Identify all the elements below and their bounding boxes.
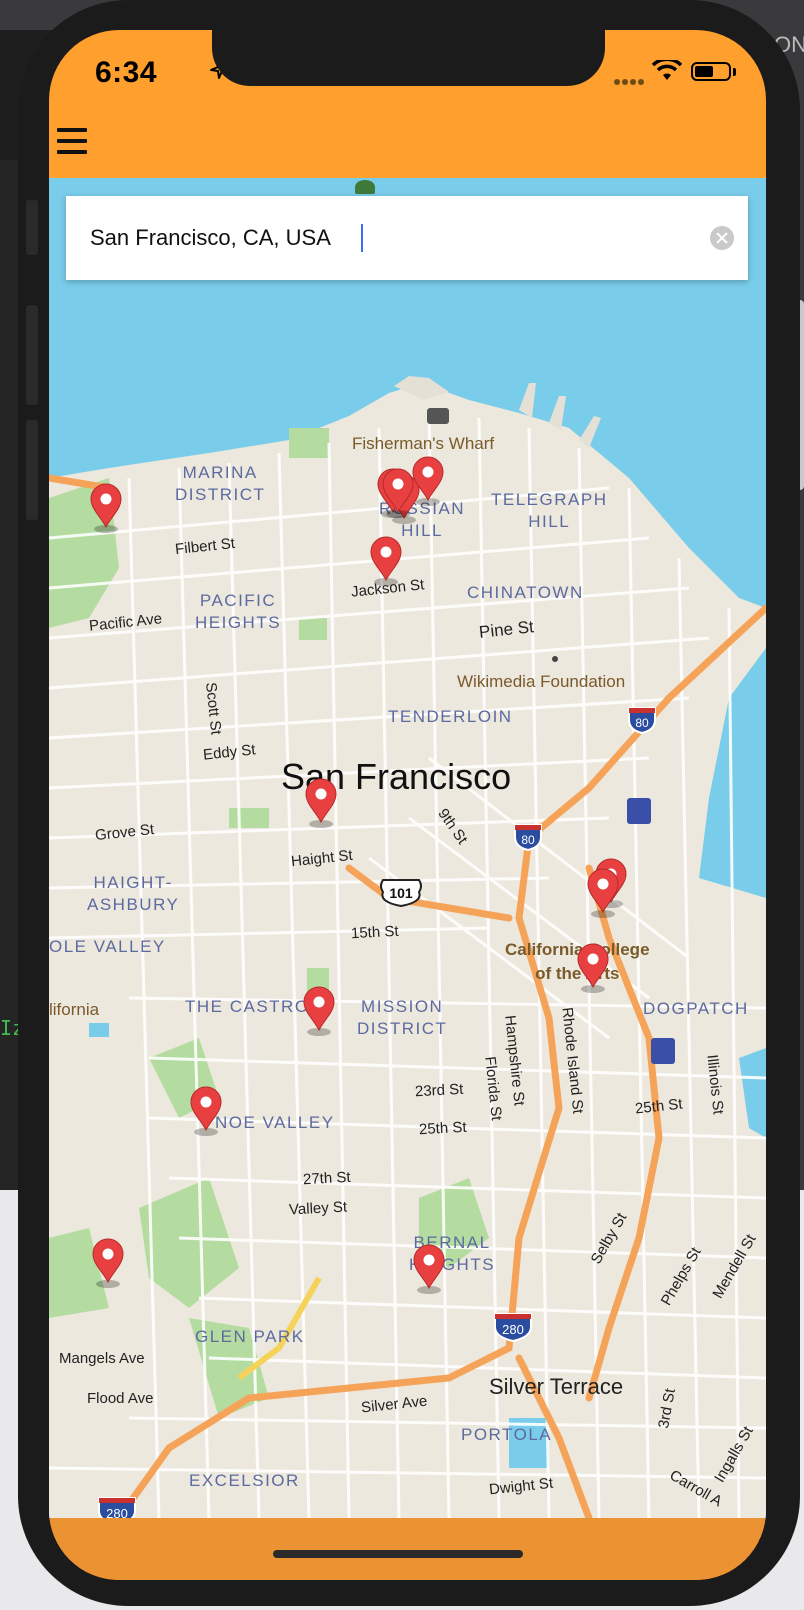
- street-label: 15th St: [350, 922, 399, 943]
- neighborhood-label: DOGPATCH: [643, 999, 749, 1018]
- map-pin-icon[interactable]: [304, 778, 338, 828]
- bottom-bar: [49, 1518, 766, 1580]
- svg-text:280: 280: [106, 1506, 128, 1518]
- neighborhood-label: MARINA DISTRICT: [175, 463, 266, 504]
- svg-text:101: 101: [389, 885, 413, 901]
- neighborhood-label: THE CASTRO: [185, 997, 310, 1016]
- poi-label-wikimedia: Wikimedia Foundation: [457, 672, 626, 691]
- street-label: Mangels Ave: [59, 1350, 145, 1367]
- notch: [212, 30, 605, 86]
- svg-text:280: 280: [502, 1322, 524, 1337]
- poi-dot: [552, 656, 558, 662]
- app-screen: 6:34 Fisherman's Wharf MARINA DISTRICT R…: [49, 30, 766, 1580]
- neighborhood-label: TELEGRAPH HILL: [491, 490, 608, 531]
- us-101-shield: 101: [379, 878, 423, 913]
- poi-label-california: lifornia: [49, 1000, 100, 1019]
- search-input[interactable]: [90, 218, 690, 258]
- map-pin-icon[interactable]: [189, 1086, 223, 1136]
- street-label: 25th St: [418, 1118, 467, 1139]
- map-pin-icon[interactable]: [412, 1244, 446, 1294]
- train-station-icon: [651, 1038, 675, 1064]
- neighborhood-label: TENDERLOIN: [388, 707, 513, 726]
- interstate-80-shield: 80: [627, 706, 657, 739]
- cellular-signal-icon: [614, 72, 648, 85]
- street-label: Flood Ave: [87, 1390, 154, 1407]
- train-station-icon: [627, 798, 651, 824]
- street-label: Valley St: [288, 1198, 348, 1219]
- map-pin-icon[interactable]: [411, 456, 445, 506]
- interstate-80-shield: 80: [513, 823, 543, 856]
- hamburger-menu-icon[interactable]: [57, 128, 87, 154]
- map-pin-icon[interactable]: [91, 1238, 125, 1288]
- status-bar: 6:34: [49, 30, 766, 130]
- volume-up-button: [26, 305, 38, 405]
- map-pin-icon[interactable]: [576, 943, 610, 993]
- poi-label-fishermans-wharf: Fisherman's Wharf: [352, 434, 495, 453]
- battery-level: [695, 66, 713, 77]
- map-pin-icon[interactable]: [369, 536, 403, 586]
- mute-switch: [26, 200, 38, 255]
- neighborhood-label: GLEN PARK: [195, 1327, 305, 1346]
- interstate-280-shield: 280: [97, 1496, 137, 1518]
- map-pin-icon[interactable]: [89, 483, 123, 533]
- poi-label-silver-terrace: Silver Terrace: [489, 1374, 624, 1399]
- svg-text:80: 80: [521, 833, 535, 847]
- battery-icon: [691, 62, 731, 81]
- volume-down-button: [26, 420, 38, 520]
- street-label: 27th St: [302, 1168, 351, 1189]
- neighborhood-label: PACIFIC HEIGHTS: [195, 591, 282, 632]
- search-box[interactable]: [66, 196, 748, 280]
- neighborhood-label: EXCELSIOR: [189, 1471, 300, 1490]
- neighborhood-label: MISSION DISTRICT: [357, 997, 448, 1038]
- map-base: [49, 178, 766, 1518]
- camera-icon: [427, 408, 449, 424]
- status-time: 6:34: [95, 56, 158, 89]
- map-pin-icon[interactable]: [381, 468, 415, 518]
- battery-tip: [733, 68, 736, 76]
- street-label: 23rd St: [414, 1080, 464, 1101]
- neighborhood-label: OLE VALLEY: [49, 937, 166, 956]
- neighborhood-label: PORTOLA: [461, 1425, 553, 1444]
- wifi-icon: [652, 60, 682, 80]
- park-icon: [355, 180, 375, 194]
- text-caret: [361, 224, 363, 252]
- neighborhood-label: NOE VALLEY: [215, 1113, 335, 1132]
- svg-text:80: 80: [635, 716, 649, 730]
- home-indicator[interactable]: [273, 1550, 523, 1558]
- map-pin-icon[interactable]: [586, 868, 620, 918]
- map-pin-icon[interactable]: [302, 986, 336, 1036]
- interstate-280-shield: 280: [493, 1312, 533, 1347]
- map-view[interactable]: Fisherman's Wharf MARINA DISTRICT RUSSIA…: [49, 178, 766, 1518]
- neighborhood-label: CHINATOWN: [467, 583, 584, 602]
- clear-search-icon[interactable]: [710, 226, 734, 250]
- neighborhood-label: HAIGHT- ASHBURY: [87, 873, 180, 914]
